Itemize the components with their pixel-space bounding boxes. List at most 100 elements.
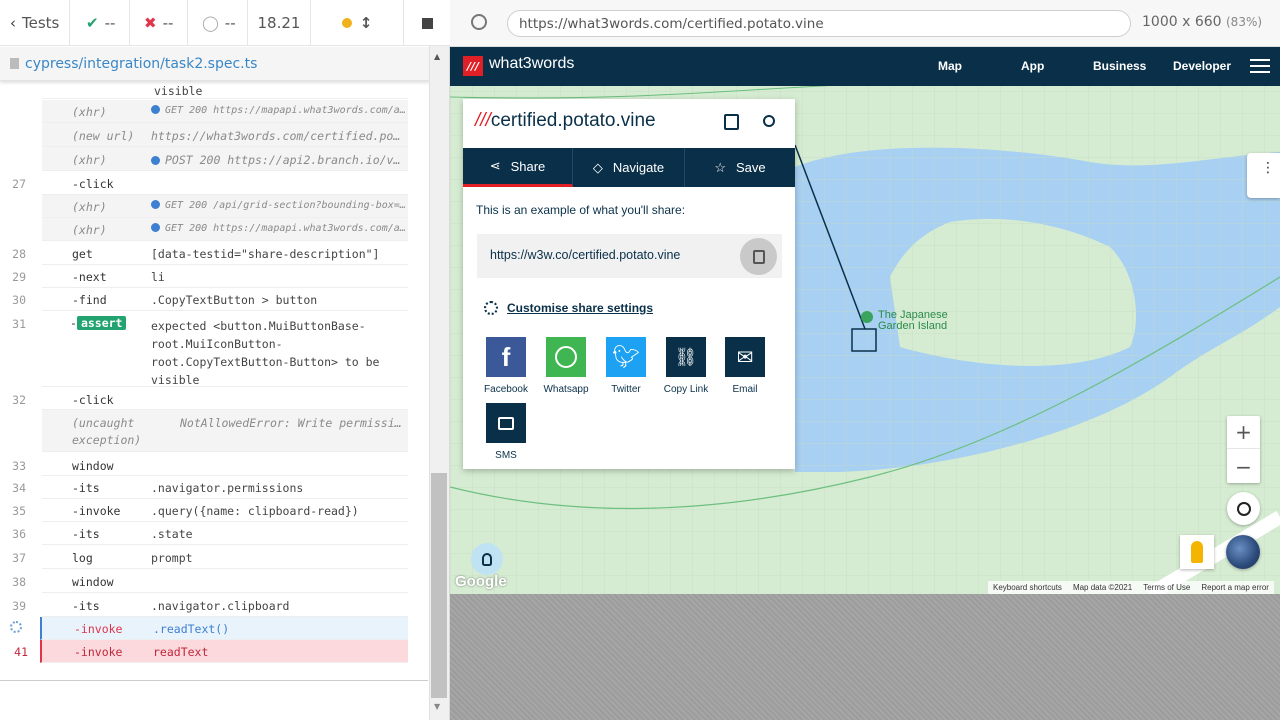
nav-developer[interactable]: Developer [1173, 59, 1231, 73]
command-number: 29 [12, 270, 26, 284]
sms-button[interactable] [486, 403, 526, 443]
command-row[interactable]: (new url) https://what3words.com/certifi… [42, 123, 408, 147]
viewport-info: 1000 x 660 (83%) [1142, 14, 1262, 30]
assert-line: root.CopyTextButton-Button> to be [151, 355, 380, 369]
command-name: get [72, 247, 93, 261]
command-message: .CopyTextButton > button [151, 293, 318, 307]
command-name: log [72, 551, 93, 565]
command-message: .navigator.clipboard [151, 599, 290, 613]
command-row[interactable]: 33 window [12, 453, 408, 476]
command-message: POST 200 https://api2.branch.io/v1/... [165, 153, 406, 167]
facebook-icon: f [501, 341, 511, 372]
search-icon[interactable] [763, 115, 775, 127]
poi-line: Garden Island [878, 320, 948, 332]
request-dot-icon [151, 223, 160, 232]
copy-link-button[interactable]: ⛓ [666, 337, 706, 377]
copy-text-button[interactable] [740, 238, 777, 275]
poi-label[interactable]: The Japanese Garden Island [878, 310, 948, 332]
auto-scroll-toggle[interactable]: ↕ [311, 0, 404, 46]
nav-app[interactable]: App [1021, 59, 1044, 73]
reporter-divider [0, 680, 428, 681]
customise-share-settings-link[interactable]: Customise share settings [507, 301, 653, 315]
command-row-failed[interactable]: 41 -invoke readText [14, 640, 408, 663]
nav-business[interactable]: Business [1093, 59, 1146, 73]
google-logo: Google [455, 573, 507, 590]
command-name: (xhr) [72, 200, 107, 214]
command-name: -next [72, 270, 107, 284]
command-message: .state [151, 527, 193, 541]
crosshair-icon[interactable] [471, 14, 487, 30]
command-number: 28 [12, 247, 26, 261]
terms-of-use-link[interactable]: Terms of Use [1143, 583, 1190, 592]
command-row[interactable]: 28 get [data-testid="share-description"] [12, 242, 408, 265]
tab-navigate-label: Navigate [612, 160, 665, 175]
site-logo-text[interactable]: what3words [489, 55, 574, 73]
twitter-button[interactable]: 🐦︎ [606, 337, 646, 377]
crosshair-icon [1236, 501, 1251, 516]
command-name: -invoke [74, 645, 123, 659]
passed-count: ✔ -- [70, 0, 130, 46]
side-menu-tab[interactable]: ⋮ [1247, 153, 1280, 198]
tab-save[interactable]: ☆ Save [685, 148, 795, 187]
command-row[interactable]: 39 -its .navigator.clipboard [12, 593, 408, 617]
command-name: window [72, 459, 114, 473]
whatsapp-button[interactable] [546, 337, 586, 377]
zoom-in-button[interactable]: + [1227, 416, 1260, 449]
spec-path-bar[interactable]: cypress/integration/task2.spec.ts [0, 47, 430, 81]
site-header [450, 47, 1280, 86]
address-slashes: /// [475, 110, 491, 131]
link-icon: ⛓ [674, 346, 698, 368]
street-view-pegman[interactable] [1180, 535, 1214, 569]
scroll-up-icon[interactable]: ▲ [434, 52, 440, 61]
command-row[interactable]: (xhr) GET 200 https://mapapi.what3words.… [42, 218, 408, 241]
command-row[interactable]: (xhr) POST 200 https://api2.branch.io/v1… [42, 147, 408, 171]
facebook-button[interactable]: f [486, 337, 526, 377]
command-number: 30 [12, 293, 26, 307]
command-row-pending[interactable]: -invoke .readText() [10, 617, 408, 640]
command-row-assert[interactable]: 31 - assert expected <button.MuiButtonBas… [12, 311, 408, 389]
zoom-out-button[interactable]: − [1227, 450, 1260, 483]
url-bar[interactable]: https://what3words.com/certified.potato.… [507, 10, 1131, 37]
command-row[interactable]: (xhr) GET 200 /api/grid-section?bounding… [42, 195, 408, 218]
address-text: certified.potato.vine [490, 110, 656, 131]
command-row[interactable]: 35 -invoke .query({name: clipboard-read}… [12, 499, 408, 522]
tab-share[interactable]: ⋖ Share [463, 148, 573, 187]
hamburger-menu-icon[interactable] [1250, 59, 1270, 77]
map-data-credit: Map data ©2021 [1072, 583, 1133, 592]
share-icon: ⋖ [489, 158, 501, 173]
report-map-error-link[interactable]: Report a map error [1201, 583, 1269, 592]
command-row[interactable]: 37 log prompt [12, 545, 408, 569]
scrollbar-thumb[interactable] [431, 473, 447, 698]
w3w-logo-icon[interactable]: /// [463, 56, 483, 76]
command-row[interactable]: 34 -its .navigator.permissions [12, 476, 408, 499]
nav-map[interactable]: Map [938, 59, 962, 73]
copy-address-icon[interactable] [724, 114, 739, 130]
tests-back-button[interactable]: ‹ Tests [0, 0, 70, 46]
keyboard-shortcuts-link[interactable]: Keyboard shortcuts [993, 583, 1062, 592]
satellite-toggle[interactable] [1226, 535, 1260, 569]
command-row[interactable]: 30 -find .CopyTextButton > button [12, 288, 408, 311]
gear-icon[interactable] [484, 301, 498, 315]
email-button[interactable]: ✉ [725, 337, 765, 377]
command-row[interactable]: 38 window [12, 569, 408, 593]
request-dot-icon [151, 105, 160, 114]
logo-mark: /// [466, 59, 480, 73]
assert-message: expected <button.MuiButtonBase- root.Mui… [151, 317, 406, 389]
command-message: .navigator.permissions [151, 481, 304, 495]
command-row[interactable]: visible [42, 81, 408, 99]
command-row[interactable]: (uncaught exception) NotAllowedError: Wr… [42, 410, 408, 452]
tab-navigate[interactable]: ◇ Navigate [573, 148, 685, 187]
command-row[interactable]: 36 -its .state [12, 522, 408, 545]
command-number: 32 [12, 393, 26, 407]
stop-button[interactable] [404, 0, 450, 46]
command-row[interactable]: 27 -click [12, 171, 408, 195]
command-number: 37 [12, 551, 26, 565]
my-location-button[interactable] [1227, 492, 1260, 525]
scroll-down-icon[interactable]: ▼ [434, 702, 440, 711]
command-row[interactable]: 29 -next li [12, 265, 408, 288]
copy-icon [752, 249, 765, 264]
circle-icon: ◯ [202, 14, 219, 32]
command-row[interactable]: (xhr) GET 200 https://mapapi.what3words.… [42, 100, 408, 123]
command-row[interactable]: 32 -click [12, 387, 408, 410]
tips-button[interactable] [471, 543, 503, 575]
